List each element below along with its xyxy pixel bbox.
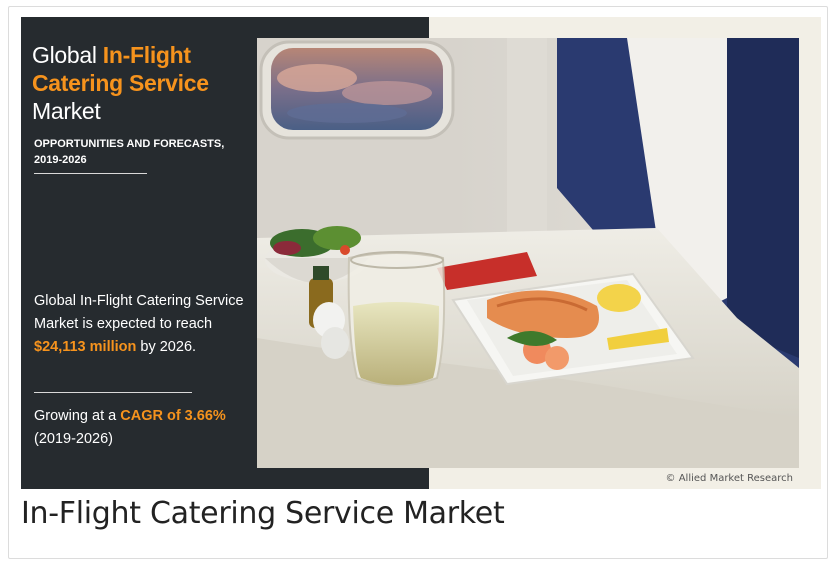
subtitle-line-2: 2019-2026	[34, 154, 87, 166]
title-accent-1: In-Flight	[102, 42, 191, 68]
image-caption[interactable]: In-Flight Catering Service Market	[21, 496, 505, 531]
title-plain: Global	[32, 42, 103, 68]
forecast-subtitle: OPPORTUNITIES AND FORECASTS, 2019-2026	[34, 136, 234, 168]
market-size-statement: Global In-Flight Catering Service Market…	[34, 290, 264, 359]
market-value: $24,113 million	[34, 339, 137, 355]
title-market: Market	[32, 98, 101, 124]
statement-prefix: Global In-Flight Catering Service Market…	[34, 293, 244, 332]
copyright-credit: © Allied Market Research	[665, 473, 793, 484]
divider	[34, 173, 147, 174]
market-infographic[interactable]: Global In-Flight Catering Service Market…	[21, 17, 821, 489]
infographic-title: Global In-Flight Catering Service Market	[32, 41, 262, 125]
growth-statement: Growing at a CAGR of 3.66% (2019-2026)	[34, 405, 264, 451]
divider	[34, 392, 192, 393]
cagr-value: CAGR of 3.66%	[120, 408, 226, 424]
statement-suffix: by 2026.	[136, 339, 197, 355]
subtitle-line-1: OPPORTUNITIES AND FORECASTS,	[34, 138, 225, 150]
in-flight-meal-photo	[257, 38, 799, 468]
title-accent-2: Catering Service	[32, 70, 209, 96]
growth-period: (2019-2026)	[34, 431, 113, 447]
growth-prefix: Growing at a	[34, 408, 121, 424]
